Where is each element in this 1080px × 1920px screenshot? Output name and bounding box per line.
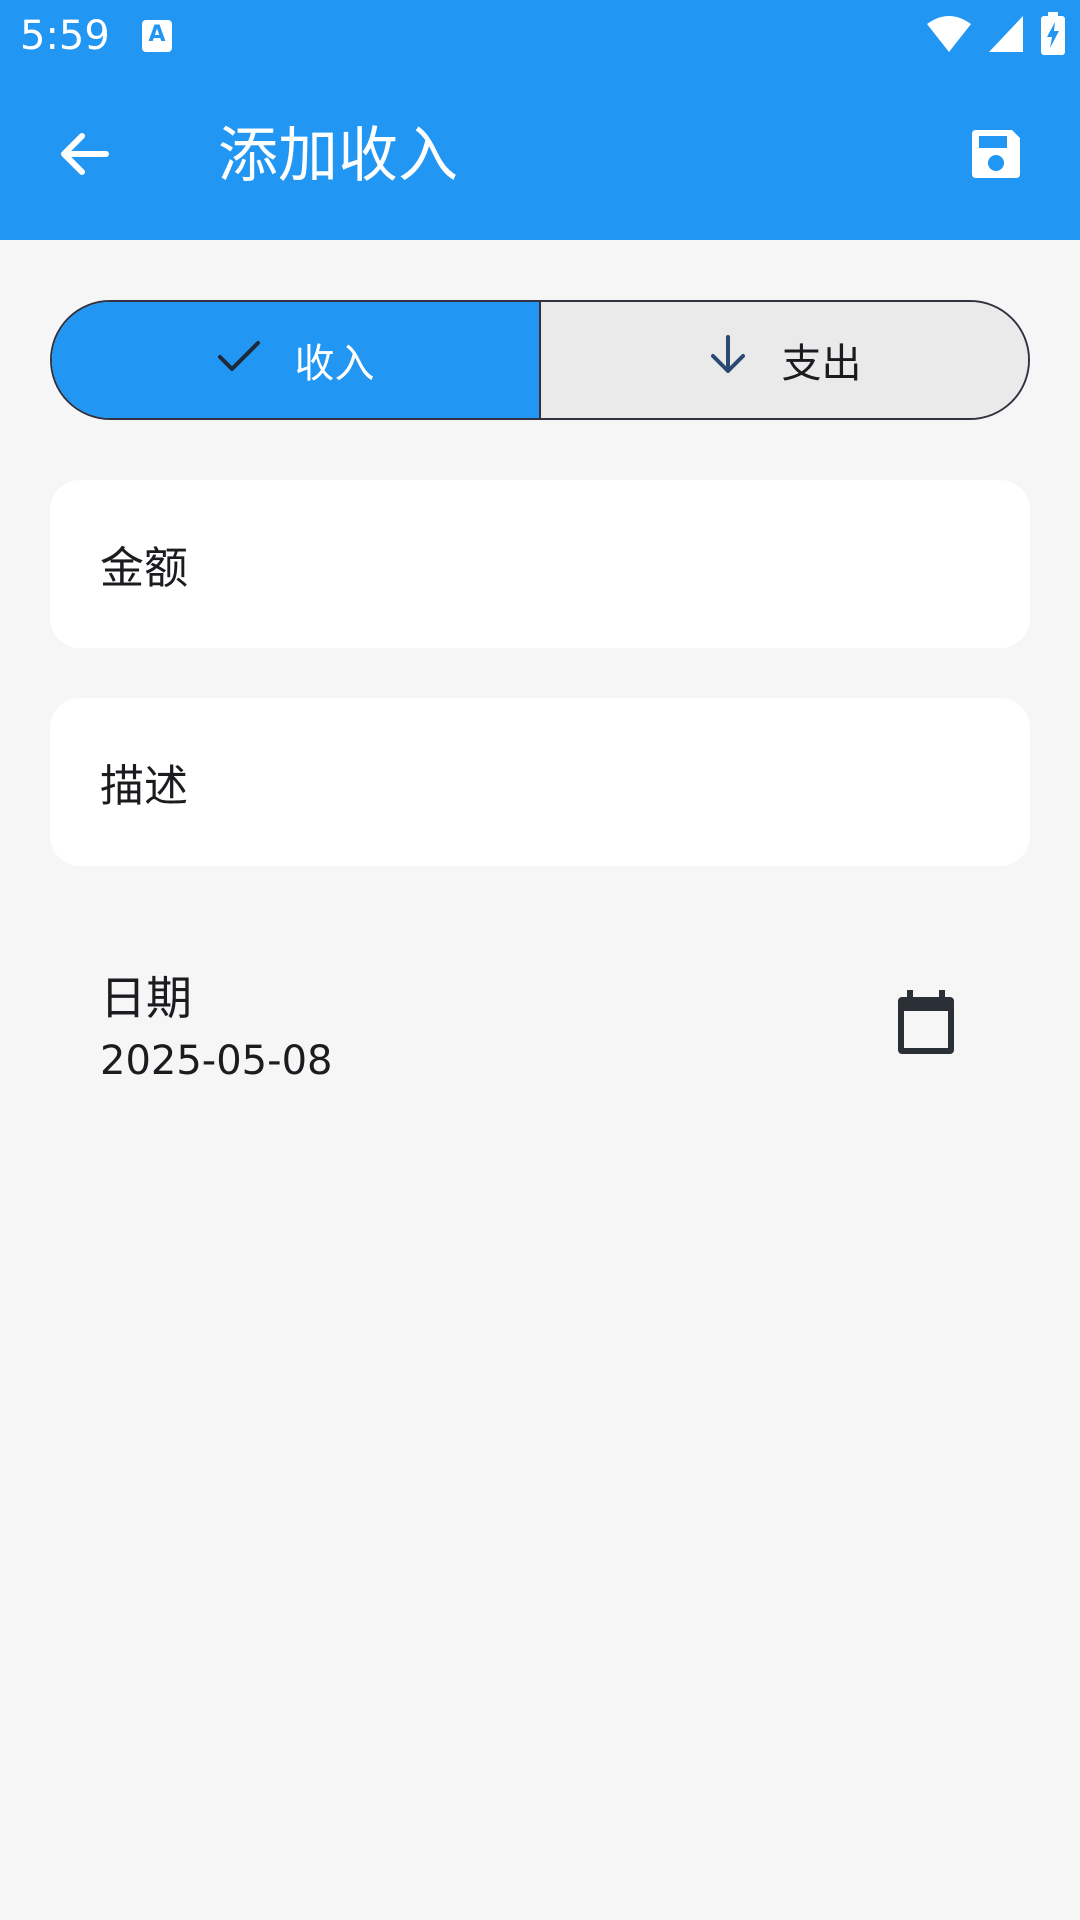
income-expense-toggle: 收入 支出 (50, 300, 1030, 420)
amount-field[interactable]: 金额 (50, 480, 1030, 648)
expense-label: 支出 (781, 341, 862, 387)
description-field[interactable]: 描述 (50, 698, 1030, 866)
status-bar: 5:59 A (0, 0, 1080, 72)
date-value: 2025-05-08 (100, 1038, 333, 1084)
signal-icon (988, 14, 1024, 58)
toolbar: 添加收入 (0, 72, 1080, 240)
amount-label: 金额 (100, 543, 188, 594)
date-picker-row[interactable]: 日期 2025-05-08 (50, 940, 1030, 1110)
status-icons (926, 12, 1066, 60)
calendar-icon (895, 989, 957, 1061)
income-segment[interactable]: 收入 (52, 302, 539, 418)
calendar-button[interactable] (888, 984, 964, 1066)
battery-charging-icon (1040, 12, 1066, 60)
description-label: 描述 (100, 761, 188, 812)
arrow-left-icon (58, 130, 110, 182)
check-icon (217, 337, 261, 383)
floppy-disk-icon (968, 126, 1024, 186)
wifi-icon (926, 14, 972, 58)
keyboard-notification-icon: A (142, 20, 172, 52)
back-button[interactable] (44, 116, 124, 196)
status-time: 5:59 (20, 13, 110, 59)
arrow-down-icon (708, 334, 748, 386)
expense-segment[interactable]: 支出 (539, 302, 1028, 418)
app-header: 5:59 A 添加收入 (0, 0, 1080, 240)
page-title: 添加收入 (218, 121, 458, 191)
date-label: 日期 (100, 971, 192, 1025)
save-button[interactable] (956, 116, 1036, 196)
income-label: 收入 (294, 341, 375, 387)
